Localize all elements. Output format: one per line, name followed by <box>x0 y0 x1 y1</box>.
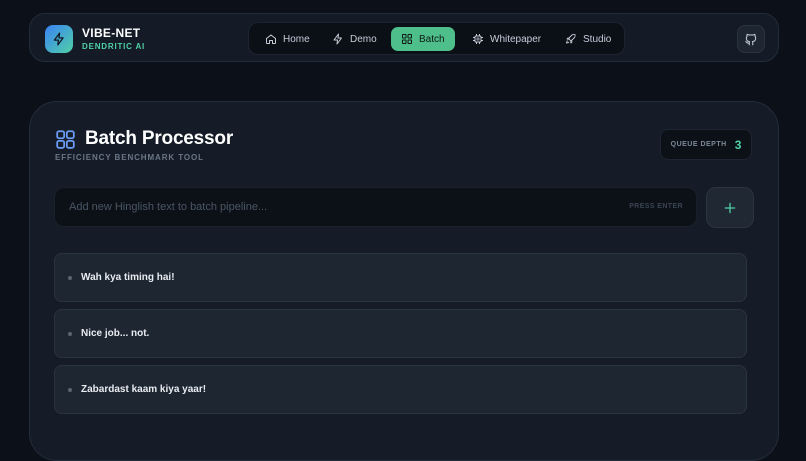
nav-tabs: Home Demo Batch Whitepaper Studio <box>248 22 625 55</box>
brand-logo[interactable] <box>45 25 73 53</box>
brand-title: VIBE-NET <box>82 26 141 40</box>
bullet-dot <box>68 276 72 280</box>
home-icon <box>266 34 276 44</box>
batch-input-container: PRESS ENTER <box>54 187 697 227</box>
press-enter-hint: PRESS ENTER <box>629 203 683 210</box>
nav-item-demo-label: Demo <box>350 33 377 45</box>
nav-item-whitepaper[interactable]: Whitepaper <box>462 27 551 51</box>
bullet-dot <box>68 332 72 336</box>
plus-icon <box>724 202 736 213</box>
rocket-icon <box>566 33 576 44</box>
lightning-icon <box>333 33 342 45</box>
page-subtitle: EFFICIENCY BENCHMARK TOOL <box>55 153 204 162</box>
queue-depth-badge: QUEUE DEPTH 3 <box>660 129 752 160</box>
queue-depth-value: 3 <box>734 137 742 152</box>
list-item[interactable]: Nice job... not. <box>54 309 747 358</box>
nav-item-home-label: Home <box>283 33 310 45</box>
list-item[interactable]: Wah kya timing hai! <box>54 253 747 302</box>
nav-item-batch-label: Batch <box>419 33 445 45</box>
list-item-text: Zabardast kaam kiya yaar! <box>81 384 207 395</box>
nav-item-studio[interactable]: Studio <box>555 27 621 51</box>
batch-text-input[interactable] <box>69 188 609 226</box>
nav-item-batch[interactable]: Batch <box>391 27 455 51</box>
queue-depth-label: QUEUE DEPTH <box>670 141 727 148</box>
list-item[interactable]: Zabardast kaam kiya yaar! <box>54 365 747 414</box>
batch-processor-card: Batch Processor EFFICIENCY BENCHMARK TOO… <box>29 101 779 461</box>
top-navbar: VIBE-NET DENDRITIC AI Home Demo Batch Wh… <box>29 13 779 62</box>
github-icon <box>745 33 757 46</box>
nav-item-home[interactable]: Home <box>255 27 320 51</box>
brand-subtitle: DENDRITIC AI <box>82 42 146 51</box>
github-button[interactable] <box>737 25 765 53</box>
nav-item-studio-label: Studio <box>583 33 612 45</box>
nav-item-whitepaper-label: Whitepaper <box>490 33 542 45</box>
add-button[interactable] <box>706 187 754 228</box>
chip-icon <box>473 34 483 44</box>
nav-item-demo[interactable]: Demo <box>322 27 387 51</box>
lightning-icon <box>53 32 64 46</box>
grid-icon <box>402 34 412 44</box>
grid-icon <box>56 130 75 149</box>
list-item-text: Nice job... not. <box>81 328 150 339</box>
page-title: Batch Processor <box>85 128 234 149</box>
bullet-dot <box>68 388 72 392</box>
list-item-text: Wah kya timing hai! <box>81 272 175 283</box>
